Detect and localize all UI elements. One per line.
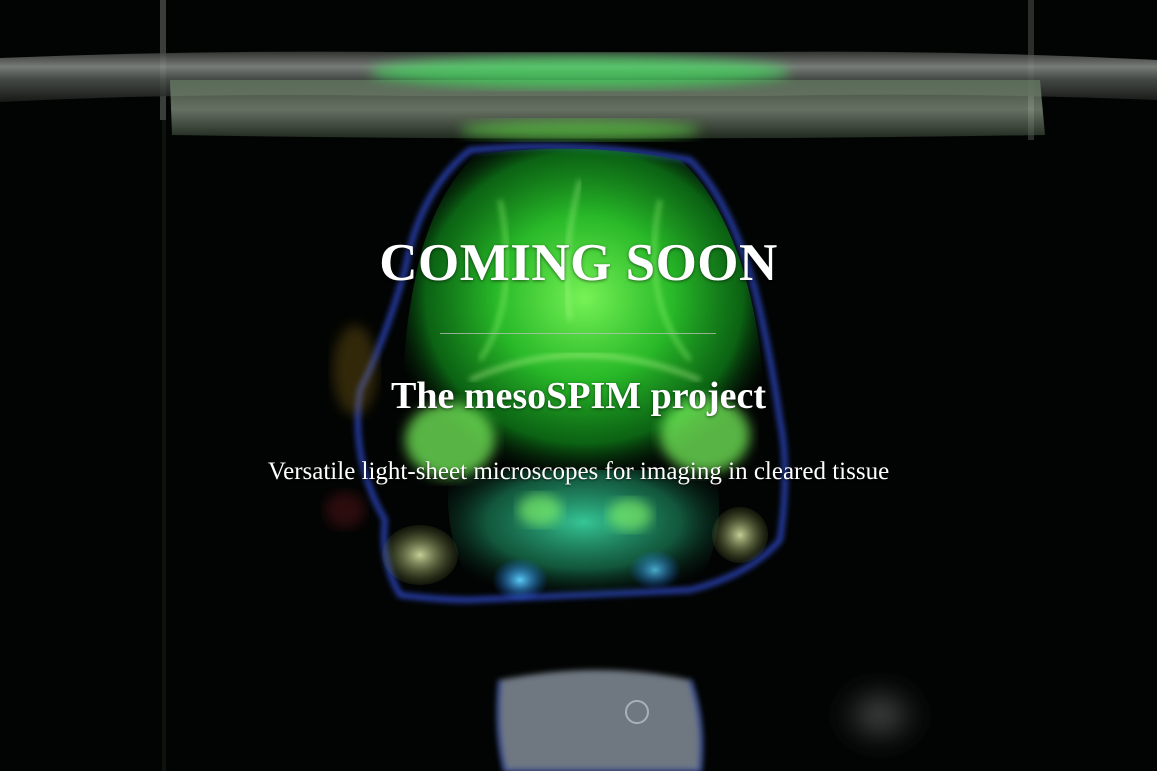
hero-section: COMING SOON The mesoSPIM project Versati… — [0, 0, 1157, 771]
heading-divider — [440, 333, 716, 334]
hero-content: COMING SOON The mesoSPIM project Versati… — [0, 0, 1157, 771]
project-title: The mesoSPIM project — [390, 375, 766, 417]
project-tagline: Versatile light-sheet microscopes for im… — [267, 458, 890, 485]
coming-soon-heading: COMING SOON — [379, 234, 778, 292]
